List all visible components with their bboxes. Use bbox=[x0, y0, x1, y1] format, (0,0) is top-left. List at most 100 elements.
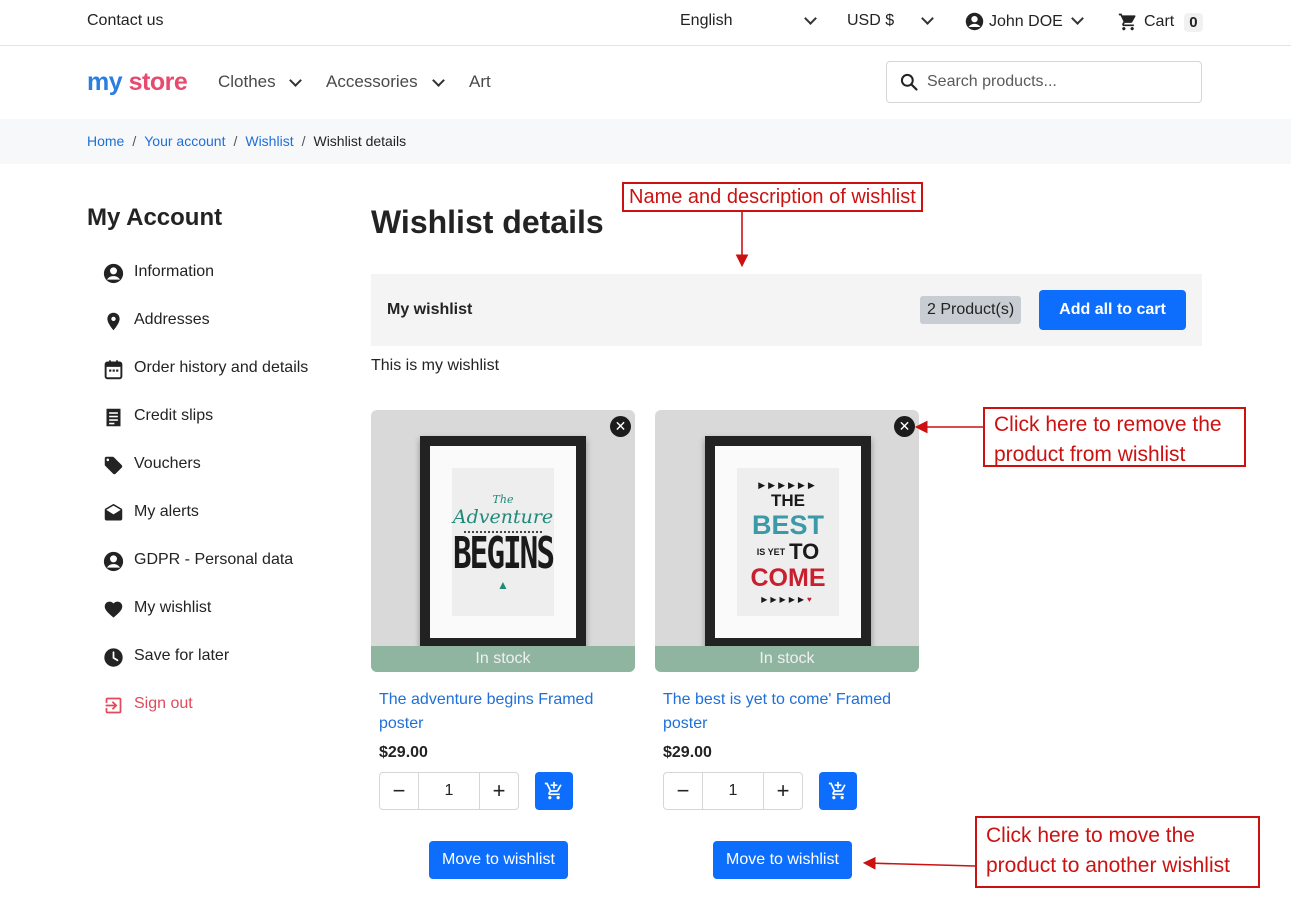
increase-quantity-button[interactable]: + bbox=[480, 773, 518, 809]
arrow-row-icon: ▶▶▶▶▶♥ bbox=[761, 595, 815, 604]
contact-us-link[interactable]: Contact us bbox=[87, 12, 163, 30]
product-count-badge: 2 Product(s) bbox=[920, 296, 1022, 324]
sidebar-item-label: Order history and details bbox=[134, 359, 309, 376]
heart-icon bbox=[104, 601, 123, 618]
main-header: my store Clothes Accessories Art bbox=[0, 46, 1291, 119]
logo-my: my bbox=[87, 68, 123, 96]
wishlist-header: My wishlist 2 Product(s) Add all to cart bbox=[371, 274, 1202, 346]
cart-count-badge: 0 bbox=[1184, 12, 1203, 32]
chevron-down-icon[interactable] bbox=[432, 74, 445, 87]
quantity-stepper: − 1 + bbox=[663, 772, 803, 810]
annotation-arrow bbox=[862, 856, 976, 870]
sidebar-item-my-wishlist[interactable]: My wishlist bbox=[103, 596, 308, 644]
sidebar-item-information[interactable]: Information bbox=[103, 260, 308, 308]
poster-frame: The Adventure BEGINS ▲ bbox=[420, 436, 586, 648]
product-price: $29.00 bbox=[379, 744, 428, 761]
tent-icon: ▲ bbox=[497, 577, 509, 592]
increase-quantity-button[interactable]: + bbox=[764, 773, 802, 809]
sidebar-item-label: My wishlist bbox=[134, 599, 212, 616]
add-all-to-cart-button[interactable]: Add all to cart bbox=[1039, 290, 1186, 330]
calendar-icon bbox=[104, 360, 123, 380]
poster-text: COME bbox=[750, 564, 826, 592]
sidebar-item-save-for-later[interactable]: Save for later bbox=[103, 644, 308, 692]
nav-clothes[interactable]: Clothes bbox=[218, 72, 276, 92]
user-name: John DOE bbox=[989, 12, 1063, 30]
cart-icon bbox=[1118, 13, 1136, 31]
move-to-wishlist-button[interactable]: Move to wishlist bbox=[713, 841, 852, 879]
poster-mat: The Adventure BEGINS ▲ bbox=[430, 446, 576, 638]
sidebar-item-order-history[interactable]: Order history and details bbox=[103, 356, 308, 404]
poster-text: TO bbox=[789, 539, 820, 564]
poster-text: BEGINS bbox=[453, 528, 555, 579]
remove-from-wishlist-icon[interactable]: ✕ bbox=[610, 416, 631, 437]
breadcrumb-wishlist[interactable]: Wishlist bbox=[245, 133, 293, 149]
chevron-down-icon[interactable] bbox=[289, 74, 302, 87]
product-image[interactable]: ▶▶▶▶▶▶ THE BEST IS YET TO COME ▶▶▶▶▶♥ ✕ … bbox=[655, 410, 919, 672]
cart-link[interactable]: Cart 0 bbox=[1118, 12, 1203, 32]
sidebar-item-label: My alerts bbox=[134, 503, 199, 520]
sidebar-item-credit-slips[interactable]: Credit slips bbox=[103, 404, 308, 452]
account-circle-icon bbox=[103, 263, 124, 284]
sidebar-item-vouchers[interactable]: Vouchers bbox=[103, 452, 308, 500]
poster-text: IS YET bbox=[756, 547, 786, 557]
breadcrumb-separator: / bbox=[132, 133, 137, 149]
annotation-name-description: Name and description of wishlist bbox=[622, 182, 923, 212]
breadcrumb-current: Wishlist details bbox=[313, 133, 407, 149]
product-card: ▶▶▶▶▶▶ THE BEST IS YET TO COME ▶▶▶▶▶♥ ✕ … bbox=[655, 410, 919, 810]
user-menu[interactable]: John DOE bbox=[965, 12, 1063, 31]
sidebar-item-label: Credit slips bbox=[134, 407, 214, 424]
wishlist-description: This is my wishlist bbox=[371, 357, 500, 374]
nav-art[interactable]: Art bbox=[469, 72, 491, 92]
breadcrumb-your-account[interactable]: Your account bbox=[144, 133, 225, 149]
stock-status: In stock bbox=[371, 646, 635, 672]
annotation-move: Click here to move the product to anothe… bbox=[975, 816, 1260, 888]
add-to-cart-button[interactable] bbox=[819, 772, 857, 810]
location-pin-icon bbox=[107, 312, 120, 331]
breadcrumb-home[interactable]: Home bbox=[87, 133, 124, 149]
logout-icon bbox=[105, 697, 122, 714]
remove-from-wishlist-icon[interactable]: ✕ bbox=[894, 416, 915, 437]
add-to-cart-button[interactable] bbox=[535, 772, 573, 810]
cart-label: Cart bbox=[1144, 13, 1175, 30]
sidebar-item-my-alerts[interactable]: My alerts bbox=[103, 500, 308, 548]
nav-accessories[interactable]: Accessories bbox=[326, 72, 418, 92]
quantity-input[interactable]: 1 bbox=[418, 773, 480, 809]
quantity-input[interactable]: 1 bbox=[702, 773, 764, 809]
sidebar-item-gdpr[interactable]: GDPR - Personal data bbox=[103, 548, 308, 596]
receipt-icon bbox=[106, 408, 121, 427]
currency-selector[interactable]: USD $ bbox=[847, 12, 894, 30]
top-bar: Contact us English USD $ John DOE Cart 0 bbox=[0, 0, 1291, 46]
search-input[interactable] bbox=[927, 73, 1187, 91]
sidebar-item-label: Save for later bbox=[134, 647, 230, 664]
product-name-link[interactable]: The best is yet to come' Framed poster bbox=[663, 688, 903, 736]
sidebar-item-addresses[interactable]: Addresses bbox=[103, 308, 308, 356]
sidebar-item-sign-out[interactable]: Sign out bbox=[103, 692, 308, 740]
quantity-row: − 1 + bbox=[379, 772, 635, 810]
breadcrumb-bar: Home / Your account / Wishlist / Wishlis… bbox=[0, 119, 1291, 164]
chevron-down-icon[interactable] bbox=[804, 12, 817, 25]
product-image[interactable]: The Adventure BEGINS ▲ ✕ In stock bbox=[371, 410, 635, 672]
language-selector[interactable]: English bbox=[680, 12, 732, 30]
product-name-link[interactable]: The adventure begins Framed poster bbox=[379, 688, 619, 736]
search-icon[interactable] bbox=[899, 72, 919, 92]
poster-art: The Adventure BEGINS ▲ bbox=[452, 468, 555, 616]
sidebar-item-label: Vouchers bbox=[134, 455, 201, 472]
poster-text: THE bbox=[771, 491, 805, 510]
chevron-down-icon[interactable] bbox=[1071, 12, 1084, 25]
clock-icon bbox=[104, 648, 123, 667]
sidebar-item-label: GDPR - Personal data bbox=[134, 551, 294, 568]
store-logo[interactable]: my store bbox=[87, 68, 188, 97]
poster-line: IS YET TO bbox=[757, 539, 820, 565]
add-to-cart-icon bbox=[544, 781, 562, 800]
product-price: $29.00 bbox=[663, 744, 712, 761]
wishlist-name: My wishlist bbox=[387, 301, 473, 318]
decrease-quantity-button[interactable]: − bbox=[664, 773, 702, 809]
poster-text: BEST bbox=[751, 510, 824, 540]
decrease-quantity-button[interactable]: − bbox=[380, 773, 418, 809]
quantity-row: − 1 + bbox=[663, 772, 919, 810]
sidebar-title: My Account bbox=[87, 204, 223, 231]
move-to-wishlist-button[interactable]: Move to wishlist bbox=[429, 841, 568, 879]
chevron-down-icon[interactable] bbox=[921, 12, 934, 25]
breadcrumb: Home / Your account / Wishlist / Wishlis… bbox=[87, 133, 406, 149]
poster-text: The bbox=[492, 492, 514, 506]
